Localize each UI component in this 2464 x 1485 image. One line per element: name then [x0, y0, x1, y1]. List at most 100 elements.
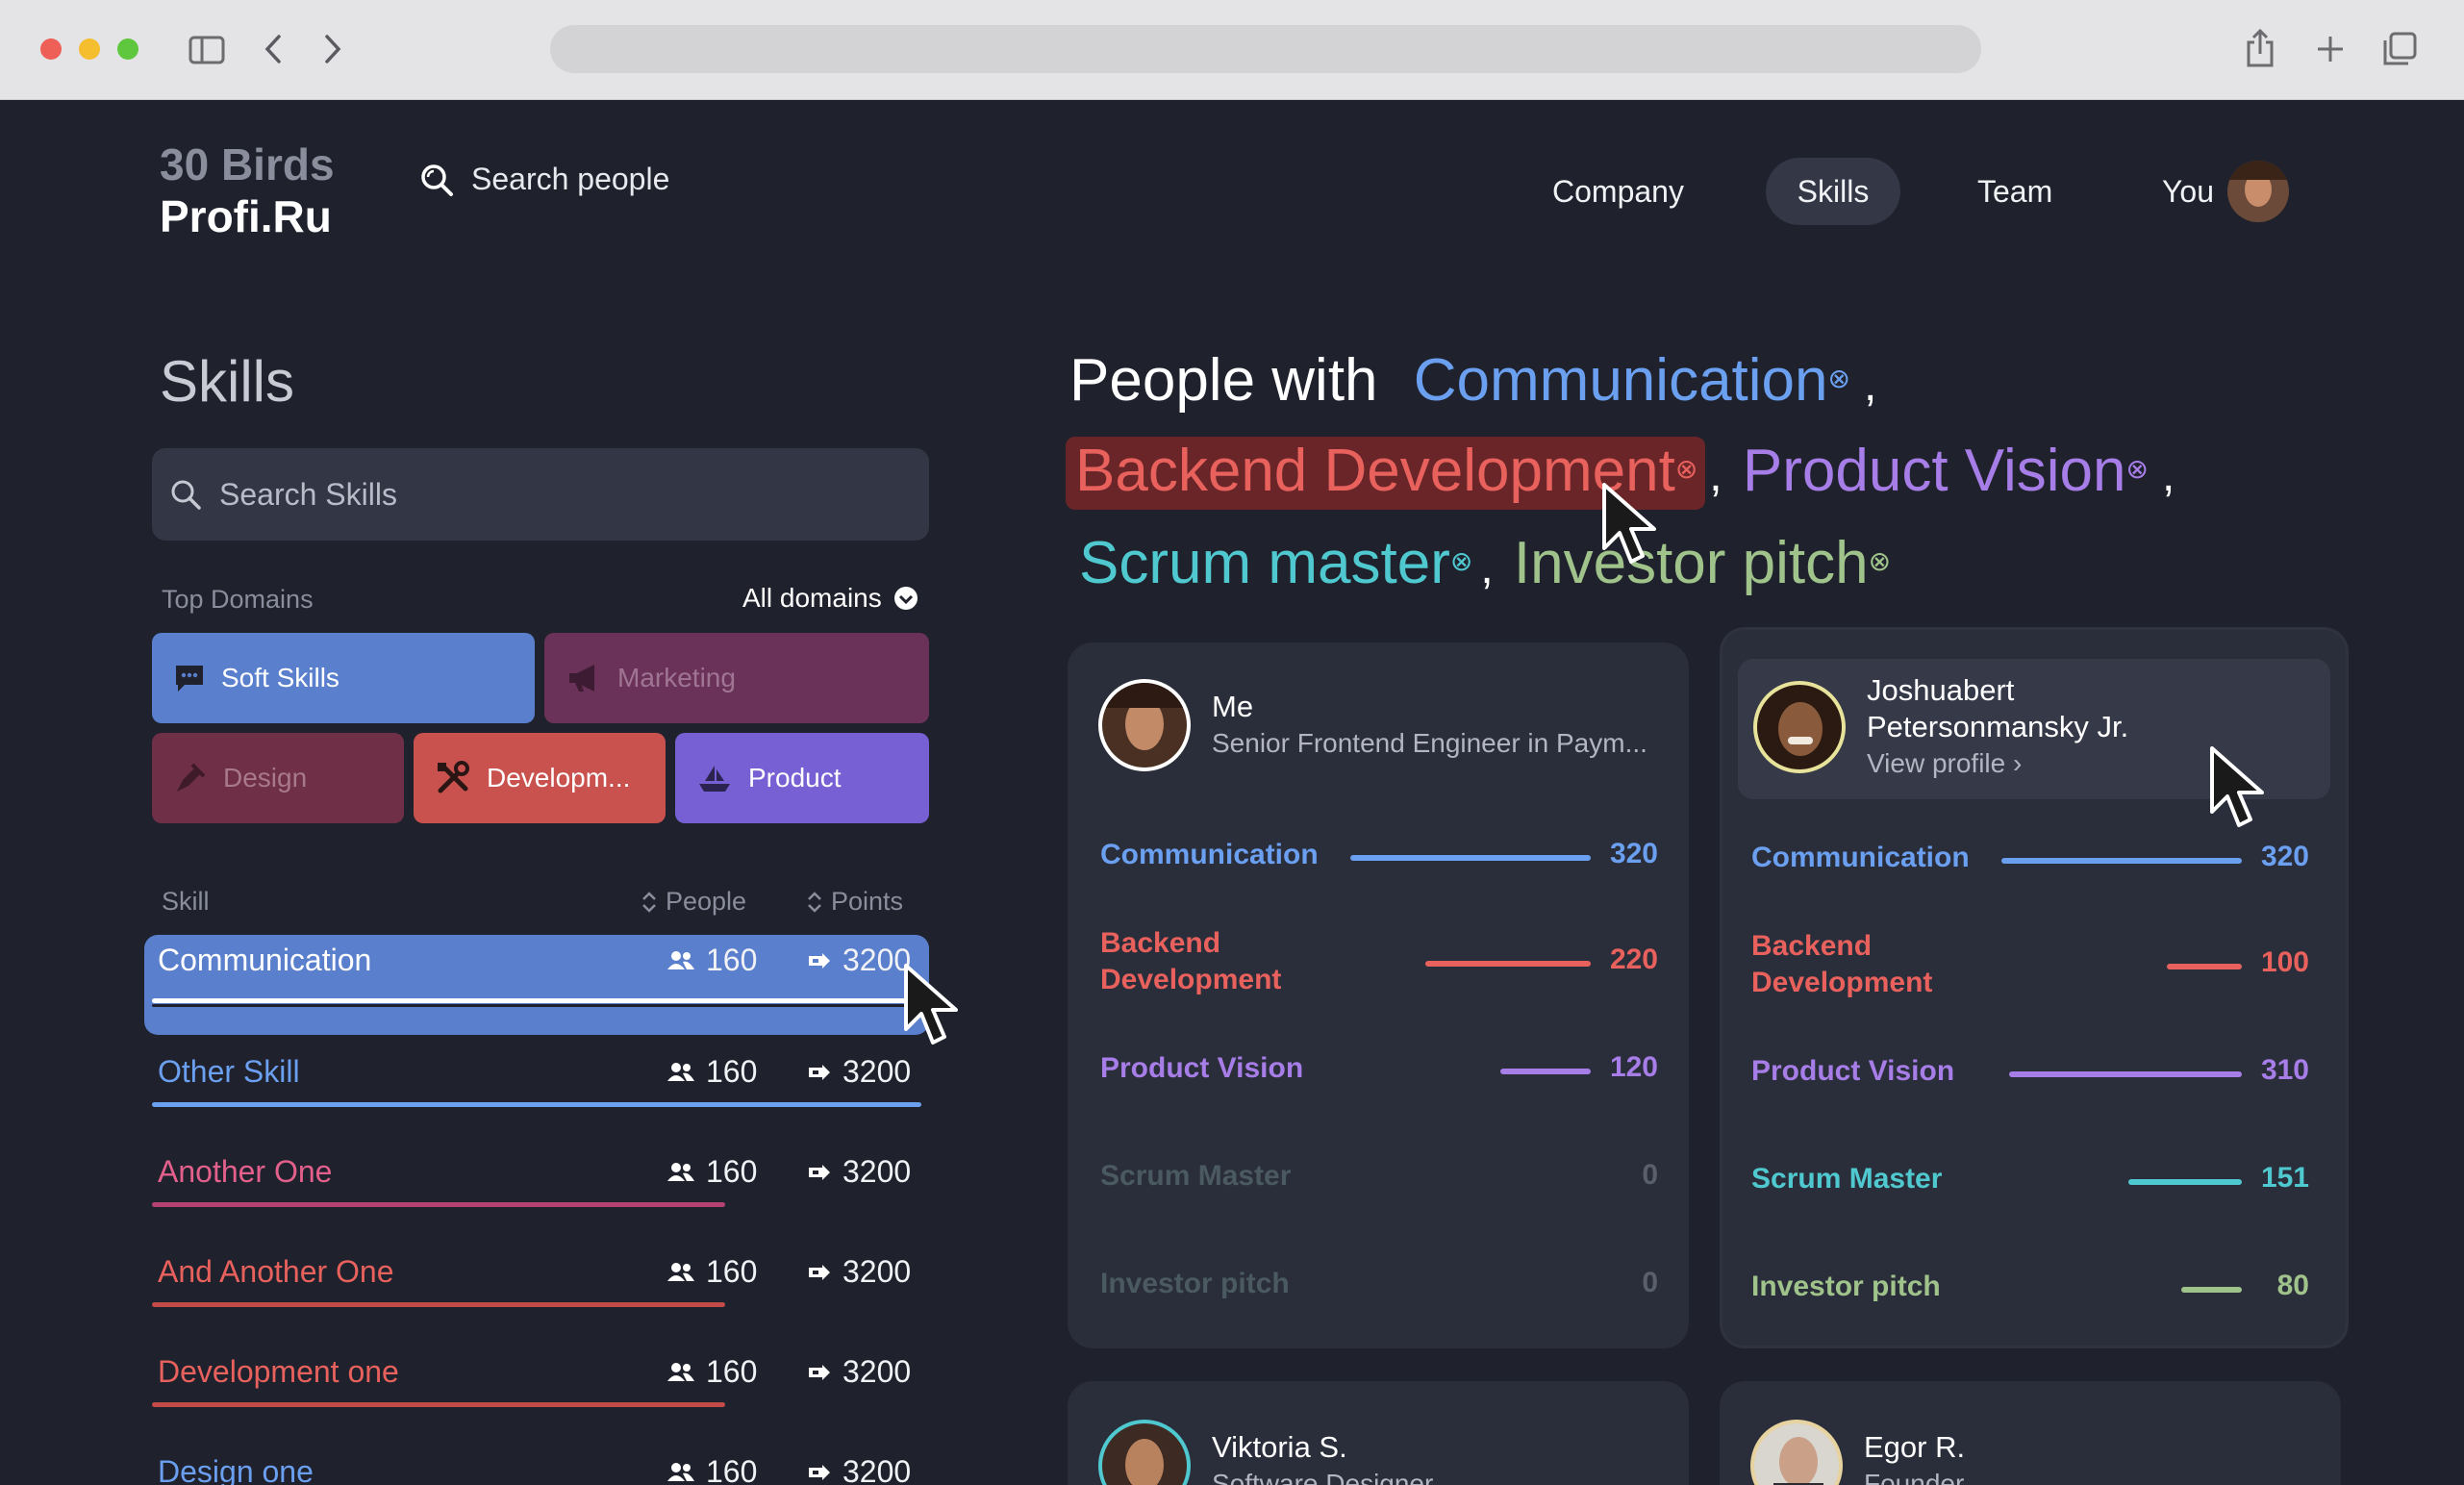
people-search[interactable]: Search people — [419, 162, 669, 197]
remove-tag-icon[interactable]: ⊗ — [1675, 454, 1697, 484]
skill-name: Another One — [158, 1154, 333, 1189]
skill-level-scrum-master: Scrum Master 151 — [1751, 1161, 2309, 1238]
skill-people-count: 160 — [667, 1054, 757, 1090]
tag-product-vision[interactable]: Product Vision⊗ — [1743, 438, 2149, 504]
view-profile-link[interactable]: View profile › — [1867, 745, 2128, 782]
maximize-window-button[interactable] — [117, 38, 138, 60]
points-icon — [809, 1064, 830, 1080]
sort-icon — [642, 891, 656, 913]
remove-tag-icon[interactable]: ⊗ — [1450, 546, 1472, 576]
domain-soft-skills[interactable]: Soft Skills — [152, 633, 535, 723]
remove-tag-icon[interactable]: ⊗ — [1828, 364, 1850, 393]
person-role: Senior Frontend Engineer in Paym... — [1212, 728, 1647, 758]
close-window-button[interactable] — [40, 38, 62, 60]
tools-icon — [438, 761, 469, 793]
address-bar[interactable] — [550, 25, 1981, 73]
skills-search-input[interactable]: Search Skills — [152, 448, 929, 541]
domain-development[interactable]: Developm... — [414, 733, 666, 823]
skill-level-label: Product Vision — [1751, 1055, 1955, 1087]
tag-investor-pitch[interactable]: Investor pitch⊗ — [1514, 530, 1891, 596]
back-icon[interactable] — [262, 33, 285, 65]
all-domains-dropdown[interactable]: All domains — [742, 583, 918, 614]
column-people-header[interactable]: People — [641, 887, 746, 917]
skill-row[interactable]: Another One 160 3200 — [152, 1143, 929, 1229]
search-icon — [421, 164, 453, 196]
people-value: 160 — [706, 1354, 758, 1389]
sidebar-toggle-icon[interactable] — [189, 35, 227, 65]
person-role: Software Designer — [1212, 1469, 1434, 1485]
new-tab-icon[interactable] — [2316, 35, 2345, 63]
skill-level-value: 100 — [2260, 946, 2309, 978]
points-value: 3200 — [842, 943, 912, 977]
tabs-overview-icon[interactable] — [2381, 31, 2418, 67]
person-card-me[interactable]: Me Senior Frontend Engineer in Paym... C… — [1068, 642, 1689, 1348]
points-icon — [809, 1164, 830, 1180]
skill-level-value: 120 — [1609, 1051, 1658, 1083]
view-profile-label: View profile — [1867, 748, 2006, 778]
tag-communication[interactable]: Communication⊗ — [1414, 347, 1850, 414]
chevron-down-icon — [893, 587, 918, 610]
tag-scrum-master[interactable]: Scrum master⊗ — [1079, 530, 1472, 596]
share-icon[interactable] — [2245, 27, 2275, 69]
column-people-label: People — [666, 887, 747, 916]
logo-line-1: 30 Birds — [160, 139, 335, 189]
skill-level-value: 151 — [2260, 1162, 2309, 1194]
skill-points: 3200 — [808, 1354, 911, 1390]
skill-people-count: 160 — [667, 1254, 757, 1290]
skill-people-count: 160 — [667, 1354, 757, 1390]
remove-tag-icon[interactable]: ⊗ — [2126, 454, 2149, 484]
skill-row[interactable]: Development one 160 3200 — [152, 1343, 929, 1429]
person-card-egor[interactable]: Egor R. Founder — [1720, 1381, 2341, 1485]
skill-row[interactable]: Other Skill 160 3200 — [152, 1043, 929, 1129]
person-avatar — [1098, 1420, 1191, 1485]
skill-row[interactable]: Design one 160 3200 — [152, 1443, 929, 1485]
domain-design[interactable]: Design — [152, 733, 404, 823]
person-header: Joshuabert Petersonmansky Jr. View profi… — [1753, 672, 2128, 782]
skill-name: And Another One — [158, 1254, 394, 1289]
person-avatar — [1750, 1420, 1843, 1485]
column-points-header[interactable]: Points — [806, 887, 903, 917]
person-name: Me — [1212, 690, 1254, 723]
domain-label: Product — [748, 763, 842, 793]
domain-label: Soft Skills — [221, 663, 339, 692]
person-name-line-1: Joshuabert — [1867, 673, 2015, 707]
nav-you[interactable]: You — [2162, 158, 2289, 225]
domain-product[interactable]: Product — [675, 733, 929, 823]
person-card-viktoria[interactable]: Viktoria S. Software Designer — [1068, 1381, 1689, 1485]
person-card-joshuabert[interactable]: Joshuabert Petersonmansky Jr. View profi… — [1720, 627, 2349, 1348]
skill-people-count: 160 — [667, 943, 757, 978]
minimize-window-button[interactable] — [79, 38, 100, 60]
app-logo[interactable]: 30 Birds Profi.Ru — [160, 138, 335, 242]
remove-tag-icon[interactable]: ⊗ — [1869, 546, 1891, 576]
column-points-label: Points — [831, 887, 904, 916]
people-icon — [667, 1262, 694, 1281]
mouse-cursor-icon — [1602, 483, 1656, 564]
all-domains-label: All domains — [742, 583, 882, 613]
nav-company[interactable]: Company — [1552, 158, 1684, 225]
skill-bar — [152, 1202, 725, 1207]
skill-row-selected[interactable]: Communication 160 3200 — [144, 935, 929, 1035]
skill-level-label: Investor pitch — [1751, 1271, 1941, 1302]
user-avatar[interactable] — [2227, 161, 2289, 222]
skill-people-count: 160 — [667, 1154, 757, 1190]
nav-team[interactable]: Team — [1977, 158, 2052, 225]
skills-page-title: Skills — [160, 349, 295, 414]
chevron-right-icon: › — [2013, 748, 2023, 778]
pen-icon — [177, 763, 206, 792]
nav-you-label: You — [2162, 173, 2214, 209]
domain-marketing[interactable]: Marketing — [544, 633, 929, 723]
skill-level-value: 320 — [1609, 838, 1658, 869]
points-icon — [809, 1464, 830, 1480]
nav-skills[interactable]: Skills — [1766, 158, 1900, 225]
skill-name: Design one — [158, 1454, 314, 1485]
browser-toolbar — [0, 0, 2464, 100]
skill-level-backend-development: Backend Development 220 — [1100, 925, 1658, 1002]
skill-level-investor-pitch: Investor pitch 0 — [1100, 1266, 1658, 1343]
skill-name: Development one — [158, 1354, 399, 1389]
skill-level-bar — [1500, 1069, 1591, 1074]
skill-points: 3200 — [808, 943, 911, 978]
forward-icon[interactable] — [321, 33, 344, 65]
person-header: Viktoria S. Software Designer — [1098, 1420, 1433, 1485]
person-header: Me Senior Frontend Engineer in Paym... — [1098, 679, 1647, 771]
skill-row[interactable]: And Another One 160 3200 — [152, 1243, 929, 1329]
